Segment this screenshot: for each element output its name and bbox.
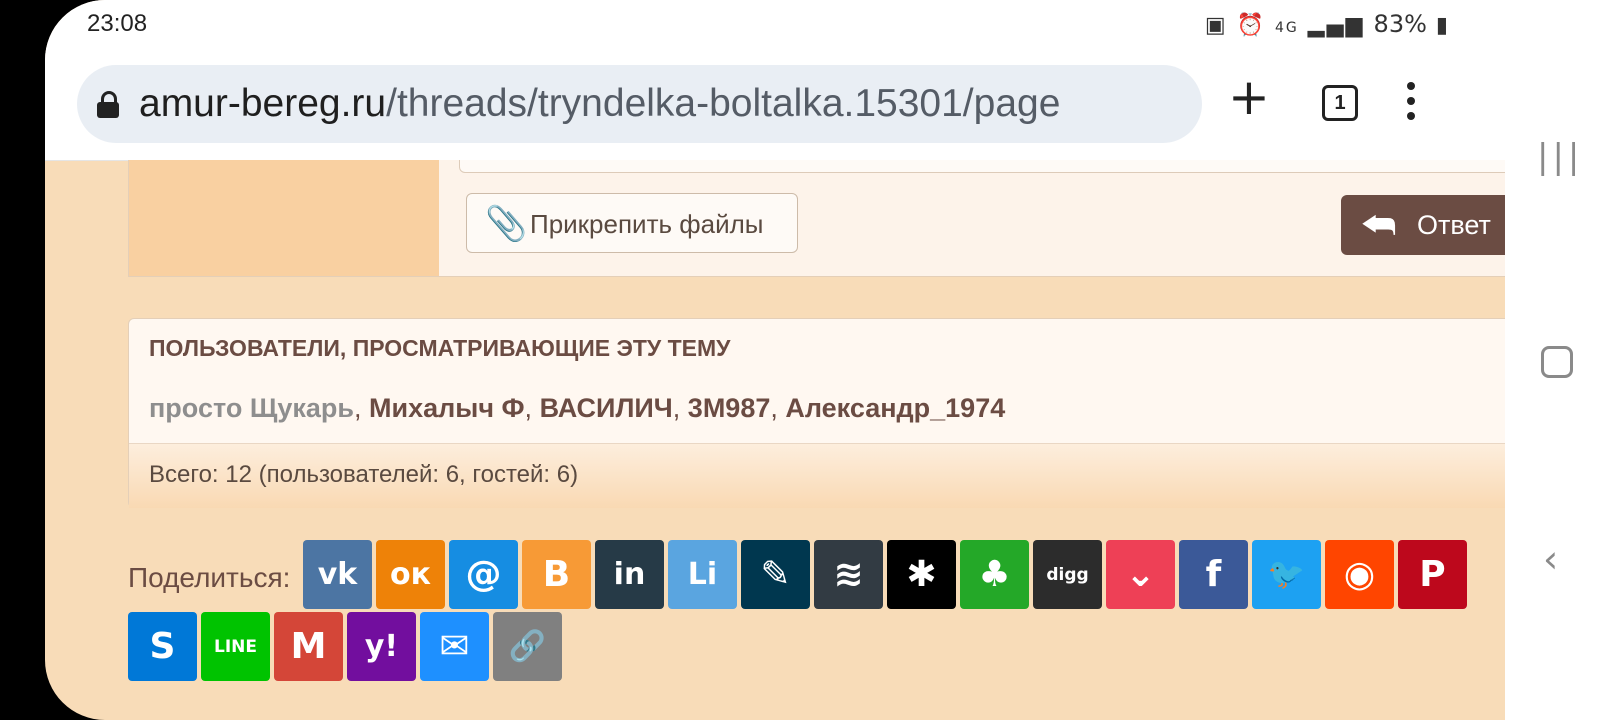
line-share-button[interactable]: LINE (201, 612, 270, 681)
twitter-share-button[interactable]: 🐦 (1252, 540, 1321, 609)
gmail-share-button[interactable]: M (274, 612, 343, 681)
viewers-total: Всего: 12 (пользователей: 6, гостей: 6) (149, 461, 579, 488)
reddit-icon: ◉ (1343, 554, 1376, 595)
viewer-separator: , (672, 393, 688, 423)
lock-icon (97, 91, 119, 118)
share-label: Поделиться: (128, 562, 291, 593)
reply-form-avatar-area (129, 160, 439, 276)
network-type: 4G (1275, 20, 1299, 36)
attach-files-label: Прикрепить файлы (530, 209, 764, 239)
url-text[interactable]: amur-bereg.ru/threads/tryndelka-boltalka… (139, 82, 1060, 126)
phone-screen: 23:08 ▣ ⏰ 4G ▂▄▆ 83% ▮ amur-bereg.ru/thr… (45, 0, 1505, 720)
pinterest-icon: P (1419, 554, 1446, 595)
digg-share-button[interactable]: digg (1033, 540, 1102, 609)
attach-files-button[interactable]: 📎 Прикрепить файлы (466, 193, 798, 253)
skype-icon: S (149, 626, 176, 667)
tab-switcher-button[interactable]: 1 (1322, 85, 1358, 121)
battery-level: 83% (1373, 10, 1427, 38)
blogger-share-button[interactable]: B (522, 540, 591, 609)
viewer-link[interactable]: 3М987 (688, 393, 771, 423)
viewers-list: просто Щукарь, Михалыч Ф, ВАСИЛИЧ, 3М987… (149, 393, 1005, 424)
evernote-share-button[interactable]: ♣ (960, 540, 1029, 609)
viewer-link[interactable]: Александр_1974 (785, 393, 1005, 423)
digg-icon: digg (1046, 564, 1089, 585)
alarm-icon: ⏰ (1236, 13, 1267, 38)
android-nav-bar: ||| ‹ (1505, 0, 1600, 720)
pocket-icon: ⌄ (1125, 554, 1156, 595)
line-icon: LINE (214, 636, 257, 657)
reddit-share-button[interactable]: ◉ (1325, 540, 1394, 609)
status-time: 23:08 (87, 10, 148, 37)
home-icon[interactable] (1541, 346, 1573, 378)
reply-button[interactable]: ⮪ Ответ (1341, 195, 1505, 255)
paperclip-icon: 📎 (485, 204, 528, 244)
odnoklassniki-share-button[interactable]: ок (376, 540, 445, 609)
battery-icon: ▮ (1435, 13, 1450, 38)
reply-form: 📎 Прикрепить файлы ⮪ Ответ (128, 160, 1505, 277)
facebook-icon: f (1205, 554, 1222, 595)
pocket-share-button[interactable]: ⌄ (1106, 540, 1175, 609)
linkedin-icon: in (613, 557, 646, 592)
browser-toolbar: amur-bereg.ru/threads/tryndelka-boltalka… (45, 50, 1505, 161)
viewer-link[interactable]: просто Щукарь (149, 393, 354, 423)
facebook-share-button[interactable]: f (1179, 540, 1248, 609)
copy-link-icon: 🔗 (508, 629, 547, 664)
reply-arrow-icon: ⮪ (1361, 203, 1397, 247)
livejournal-share-button[interactable]: Li (668, 540, 737, 609)
viewer-separator: , (524, 393, 540, 423)
livejournal-pen-icon: ✎ (760, 554, 791, 595)
viewer-link[interactable]: ВАСИЛИЧ (540, 393, 673, 423)
viewer-separator: , (770, 393, 786, 423)
skype-share-button[interactable]: S (128, 612, 197, 681)
url-domain: amur-bereg.ru (139, 82, 387, 125)
address-bar[interactable]: amur-bereg.ru/threads/tryndelka-boltalka… (77, 65, 1202, 143)
viewers-total-bar: Всего: 12 (пользователей: 6, гостей: 6) (129, 443, 1505, 508)
evernote-icon: ♣ (978, 554, 1011, 595)
livejournal-icon: Li (687, 557, 718, 592)
status-icons: ▣ ⏰ 4G ▂▄▆ 83% ▮ (1205, 10, 1450, 38)
email-icon: ✉ (439, 626, 470, 667)
lock-status-icon: ▣ (1204, 13, 1228, 38)
mail-ru-icon: @ (465, 554, 502, 595)
mail-ru-share-button[interactable]: @ (449, 540, 518, 609)
viewers-heading: ПОЛЬЗОВАТЕЛИ, ПРОСМАТРИВАЮЩИЕ ЭТУ ТЕМУ (149, 335, 731, 361)
copy-link-share-button[interactable]: 🔗 (493, 612, 562, 681)
gmail-icon: M (290, 626, 327, 667)
viewer-link[interactable]: Михалыч Ф (369, 393, 525, 423)
asterisk-share-button[interactable]: ✱ (887, 540, 956, 609)
buffer-icon: ≋ (833, 554, 864, 595)
email-share-button[interactable]: ✉ (420, 612, 489, 681)
new-tab-icon[interactable]: + (1228, 72, 1270, 122)
blogger-icon: B (542, 554, 571, 595)
viewer-separator: , (353, 393, 369, 423)
vk-share-button[interactable]: vk (303, 540, 372, 609)
vk-icon: vk (317, 557, 358, 592)
reply-label: Ответ (1417, 210, 1491, 240)
pinterest-share-button[interactable]: P (1398, 540, 1467, 609)
livejournal-pen-share-button[interactable]: ✎ (741, 540, 810, 609)
signal-icon: ▂▄▆ (1307, 13, 1365, 38)
more-options-icon[interactable] (1407, 82, 1417, 127)
asterisk-icon: ✱ (906, 554, 937, 595)
linkedin-share-button[interactable]: in (595, 540, 664, 609)
buffer-share-button[interactable]: ≋ (814, 540, 883, 609)
recents-icon[interactable]: ||| (1537, 140, 1583, 174)
thread-viewers-block: ПОЛЬЗОВАТЕЛИ, ПРОСМАТРИВАЮЩИЕ ЭТУ ТЕМУ п… (128, 318, 1505, 508)
status-bar: 23:08 ▣ ⏰ 4G ▂▄▆ 83% ▮ (45, 0, 1505, 50)
url-path: /threads/tryndelka-boltalka.15301/page (386, 82, 1061, 125)
twitter-icon: 🐦 (1267, 557, 1306, 592)
odnoklassniki-icon: ок (390, 557, 431, 592)
yahoo-share-button[interactable]: y! (347, 612, 416, 681)
message-editor[interactable] (459, 160, 1505, 173)
back-icon[interactable]: ‹ (1543, 540, 1558, 578)
yahoo-icon: y! (364, 629, 399, 664)
